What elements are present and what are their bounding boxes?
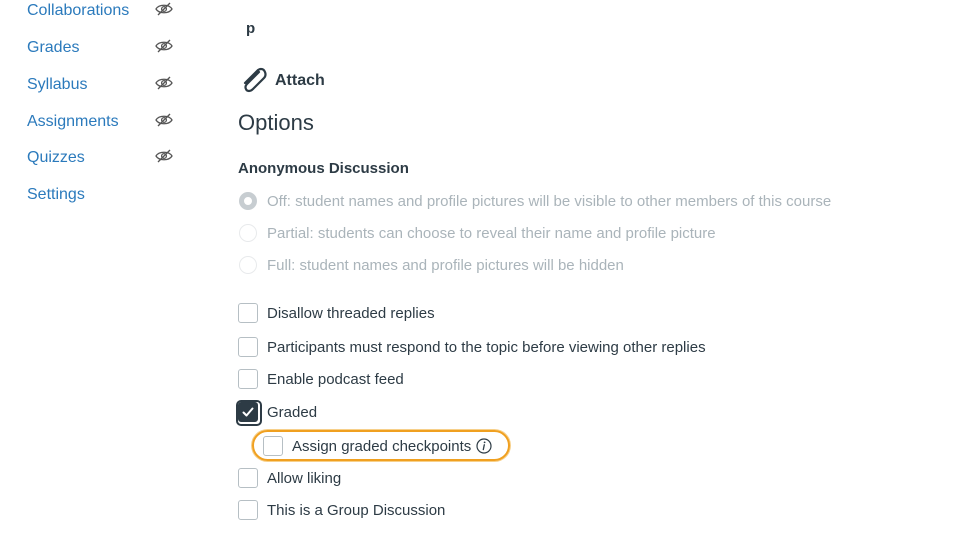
anonymous-option-off[interactable]: Off: student names and profile pictures … xyxy=(239,190,831,212)
checkbox-label: This is a Group Discussion xyxy=(267,501,446,519)
radio-label: Partial: students can choose to reveal t… xyxy=(267,224,716,242)
checkbox-label: Enable podcast feed xyxy=(267,370,404,388)
allow-liking-option[interactable]: Allow liking xyxy=(238,466,341,490)
checkbox-label: Graded xyxy=(267,403,318,421)
radio-button[interactable] xyxy=(239,256,257,274)
paperclip-icon xyxy=(243,67,267,93)
checkbox[interactable] xyxy=(238,303,258,323)
enable-podcast-feed-option[interactable]: Enable podcast feed xyxy=(238,367,404,391)
checkbox-label: Participants must respond to the topic b… xyxy=(267,338,706,356)
checkbox[interactable] xyxy=(238,369,258,389)
anonymous-option-partial[interactable]: Partial: students can choose to reveal t… xyxy=(239,222,716,244)
options-heading: Options xyxy=(238,110,314,135)
radio-label: Off: student names and profile pictures … xyxy=(267,192,832,210)
radio-button[interactable] xyxy=(239,224,257,242)
disallow-threaded-replies-option[interactable]: Disallow threaded replies xyxy=(238,301,435,325)
anonymous-option-full[interactable]: Full: student names and profile pictures… xyxy=(239,254,624,276)
info-icon[interactable] xyxy=(476,438,492,454)
anonymous-discussion-heading: Anonymous Discussion xyxy=(238,160,409,177)
group-discussion-option[interactable]: This is a Group Discussion xyxy=(238,498,445,522)
checkbox-label: Disallow threaded replies xyxy=(267,304,435,322)
radio-label: Full: student names and profile pictures… xyxy=(267,256,624,274)
checkbox[interactable] xyxy=(238,500,258,520)
checkbox[interactable] xyxy=(236,400,262,426)
editor-content[interactable]: p xyxy=(246,20,255,37)
attach-label: Attach xyxy=(275,72,325,89)
checkbox-label: Assign graded checkpoints xyxy=(292,437,472,455)
radio-button[interactable] xyxy=(239,192,257,210)
attach-button[interactable]: Attach xyxy=(237,66,325,96)
checkmark-icon xyxy=(242,407,254,417)
discussion-edit-form: p Attach Options Anonymous Discussion Of… xyxy=(0,0,963,541)
must-respond-option[interactable]: Participants must respond to the topic b… xyxy=(238,335,706,359)
checkbox[interactable] xyxy=(238,468,258,488)
assign-graded-checkpoints-option[interactable]: Assign graded checkpoints xyxy=(263,434,492,458)
checkbox-label: Allow liking xyxy=(267,469,342,487)
checkbox[interactable] xyxy=(238,337,258,357)
graded-option[interactable]: Graded xyxy=(236,400,318,426)
checkbox[interactable] xyxy=(263,436,283,456)
